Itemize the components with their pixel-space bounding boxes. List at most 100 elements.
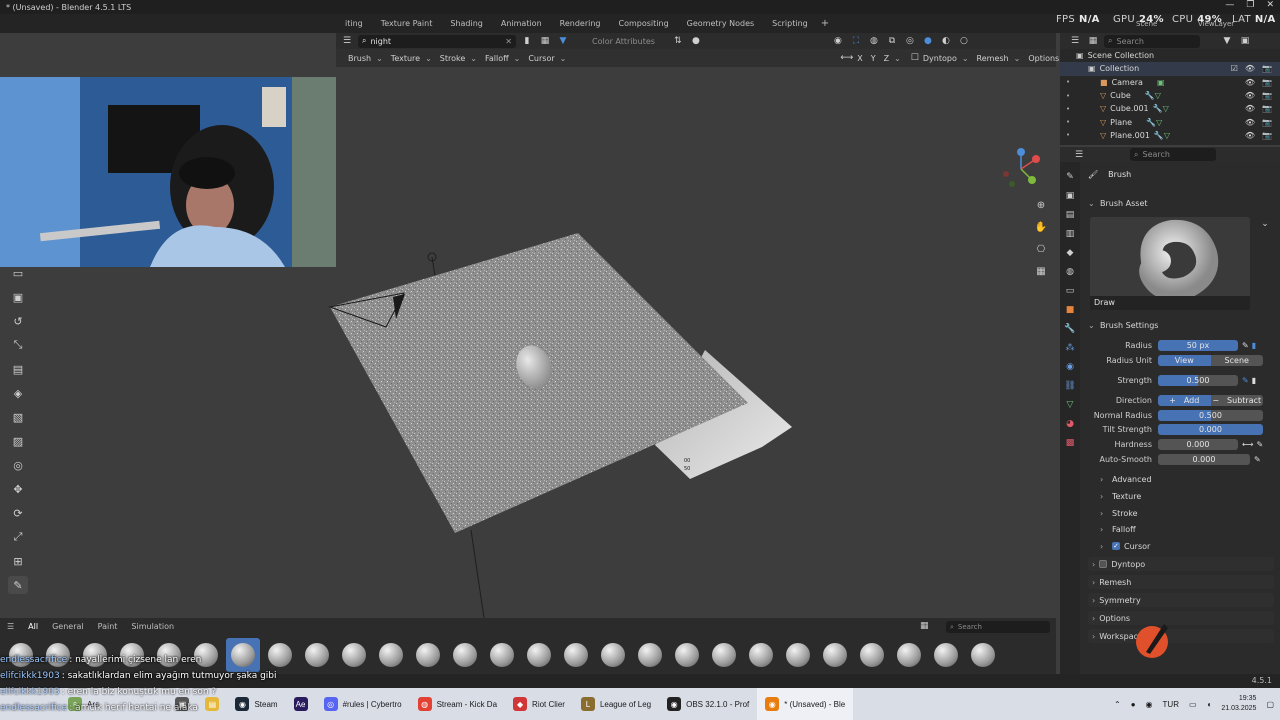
brush-thumbnail[interactable]	[966, 638, 1000, 672]
tilt-strength-slider[interactable]: 0.000	[1158, 423, 1263, 435]
radius-unit-scene[interactable]: Scene	[1210, 354, 1263, 366]
world-tab-icon[interactable]: ◍	[1063, 265, 1077, 278]
tab-animation[interactable]: Animation	[492, 14, 551, 33]
cursor-checkbox[interactable]: ✓	[1112, 542, 1120, 550]
dyntopo-panel[interactable]: Dyntopo	[1088, 557, 1274, 571]
3d-viewport[interactable]: 00 50 ▭ ▣ ↺ ⤡ ▤ ◈ ▧ ▨ ◎ ✥ ⟳ ⤢ ⊞ ✎ ⊕ ✋ ⎔ …	[0, 67, 1056, 618]
taskbar-app-riot[interactable]: ◆ Riot Clier	[505, 688, 573, 720]
view-object-types-icon[interactable]: ◉	[831, 35, 845, 48]
brush-thumbnail[interactable]	[707, 638, 741, 672]
brush-asset-menu-icon[interactable]: ⌄	[1258, 217, 1272, 230]
face-set-icon[interactable]: ▤	[8, 360, 28, 378]
zoom-icon[interactable]: ⊕	[1032, 197, 1050, 213]
shelf-tab-general[interactable]: General	[45, 618, 91, 636]
tab-geometry-nodes[interactable]: Geometry Nodes	[678, 14, 763, 33]
taskbar-app-blender[interactable]: ◉ * (Unsaved) - Ble	[757, 688, 854, 720]
eye-icon[interactable]: 👁	[1245, 104, 1255, 113]
taskbar-app-obs[interactable]: ◉ OBS 32.1.0 - Prof	[659, 688, 757, 720]
hardness-slider[interactable]: 0.000	[1158, 438, 1238, 450]
overlay-toggle-icon[interactable]: ◍	[867, 35, 881, 48]
brush-thumbnail[interactable]	[670, 638, 704, 672]
invert-arrows-icon[interactable]: ⟷	[1242, 440, 1253, 449]
add-workspace-button[interactable]: +	[817, 18, 833, 29]
outliner-row-plane-001[interactable]: • ▽ Plane.001 🔧 ▽ 👁 📷	[1060, 129, 1280, 142]
eye-icon[interactable]: 👁	[1245, 131, 1255, 140]
brush-thumbnail[interactable]	[596, 638, 630, 672]
xray-toggle-icon[interactable]: ⧉	[885, 35, 899, 48]
properties-editor-icon[interactable]: ☰	[1072, 148, 1086, 161]
pen-pressure-icon[interactable]: ✎	[1242, 341, 1249, 350]
constraints-tab-icon[interactable]: ⛓	[1063, 379, 1077, 392]
edit-face-set-icon[interactable]: ◎	[8, 456, 28, 474]
cursor-subpanel[interactable]: ✓ Cursor	[1100, 539, 1150, 553]
volume-icon[interactable]: ◖	[1207, 700, 1212, 709]
outliner-row-camera[interactable]: • ■ Camera ▣ 👁 📷	[1060, 76, 1280, 89]
texture-menu[interactable]: Texture	[387, 52, 436, 65]
mirror-z-toggle[interactable]: Z	[880, 52, 905, 65]
line-project-icon[interactable]: ⤡	[8, 336, 28, 354]
brush-thumbnail[interactable]	[744, 638, 778, 672]
object-tab-icon[interactable]: ■	[1063, 303, 1077, 316]
remesh-menu[interactable]: Remesh	[973, 52, 1025, 65]
shelf-menu-icon[interactable]: ☰	[0, 618, 21, 636]
camera-icon[interactable]: 📷	[1262, 91, 1272, 100]
remesh-panel[interactable]: Remesh	[1088, 575, 1274, 589]
stroke-subpanel[interactable]: Stroke	[1100, 506, 1138, 520]
shelf-tab-paint[interactable]: Paint	[91, 618, 125, 636]
brush-thumbnail[interactable]	[855, 638, 889, 672]
texture-tab-icon[interactable]: ▩	[1063, 436, 1077, 449]
mirror-y-toggle[interactable]: Y	[867, 52, 880, 65]
pen-pressure-icon[interactable]: ✎	[1256, 440, 1263, 449]
maximize-button[interactable]: ❐	[1246, 0, 1254, 10]
shelf-tab-simulation[interactable]: Simulation	[124, 618, 181, 636]
material-tab-icon[interactable]: ◕	[1063, 417, 1077, 430]
pen-pressure-icon[interactable]: ✎	[1254, 455, 1261, 464]
tab-texture-paint[interactable]: Texture Paint	[372, 14, 442, 33]
modifier-tab-icon[interactable]: 🔧	[1063, 322, 1077, 335]
filter-icon[interactable]: ▼	[1220, 35, 1234, 48]
tray-steam-icon[interactable]: ◉	[1146, 700, 1153, 709]
notifications-icon[interactable]: ▢	[1266, 700, 1274, 709]
navigation-gizmo[interactable]	[998, 146, 1044, 192]
tool-tab-icon[interactable]: ✎	[1063, 170, 1077, 183]
brush-preview[interactable]	[1090, 217, 1250, 299]
brush-thumbnail[interactable]	[929, 638, 963, 672]
color-attributes-dropdown[interactable]: Color Attributes	[588, 35, 659, 48]
minimize-button[interactable]: —	[1225, 0, 1234, 10]
search-input[interactable]: ⌕ night ✕	[358, 34, 516, 48]
falloff-subpanel[interactable]: Falloff	[1100, 522, 1136, 536]
view-layer-tab-icon[interactable]: ▥	[1063, 227, 1077, 240]
symmetry-panel[interactable]: Symmetry	[1088, 593, 1274, 607]
outliner-row-cube[interactable]: • ▽ Cube 🔧 ▽ 👁 📷	[1060, 89, 1280, 102]
filter-icon[interactable]: ▼	[556, 35, 570, 48]
brush-settings-panel-header[interactable]: Brush Settings	[1088, 318, 1158, 332]
render-tab-icon[interactable]: ▣	[1063, 189, 1077, 202]
scene-selector[interactable]: Scene	[1136, 20, 1157, 28]
brush-thumbnail[interactable]	[522, 638, 556, 672]
falloff-menu[interactable]: Falloff	[481, 52, 524, 65]
direction-subtract[interactable]: − Subtract	[1210, 394, 1263, 406]
clear-icon[interactable]: ✕	[505, 37, 516, 46]
shading-solid-icon[interactable]: ●	[921, 35, 935, 48]
tab-rendering[interactable]: Rendering	[551, 14, 610, 33]
dyntopo-menu[interactable]: Dyntopo	[919, 52, 973, 65]
clock[interactable]: 19:35 21.03.2025	[1221, 694, 1256, 714]
mirror-x-toggle[interactable]: X	[853, 52, 866, 65]
workspace-panel[interactable]: Workspace	[1088, 629, 1274, 643]
brush-thumbnail[interactable]	[633, 638, 667, 672]
color-filter-icon[interactable]: ▨	[8, 432, 28, 450]
direction-add[interactable]: + Add	[1158, 394, 1211, 406]
annotate-icon[interactable]: ✎	[8, 576, 28, 594]
move-icon[interactable]: ✥	[8, 480, 28, 498]
camera-icon[interactable]: 📷	[1262, 64, 1272, 73]
eye-icon[interactable]: 👁	[1245, 118, 1255, 127]
stroke-menu[interactable]: Stroke	[436, 52, 481, 65]
tab-compositing[interactable]: Compositing	[610, 14, 678, 33]
taskbar-app-league[interactable]: L League of Leg	[573, 688, 659, 720]
lasso-icon[interactable]: ↺	[8, 312, 28, 330]
cloth-filter-icon[interactable]: ▧	[8, 408, 28, 426]
brush-thumbnail[interactable]	[781, 638, 815, 672]
display-mode-icon[interactable]: ▦	[1086, 35, 1100, 48]
strength-slider[interactable]: 0.500	[1158, 374, 1238, 386]
sort-icon[interactable]: ⇅	[671, 35, 685, 48]
